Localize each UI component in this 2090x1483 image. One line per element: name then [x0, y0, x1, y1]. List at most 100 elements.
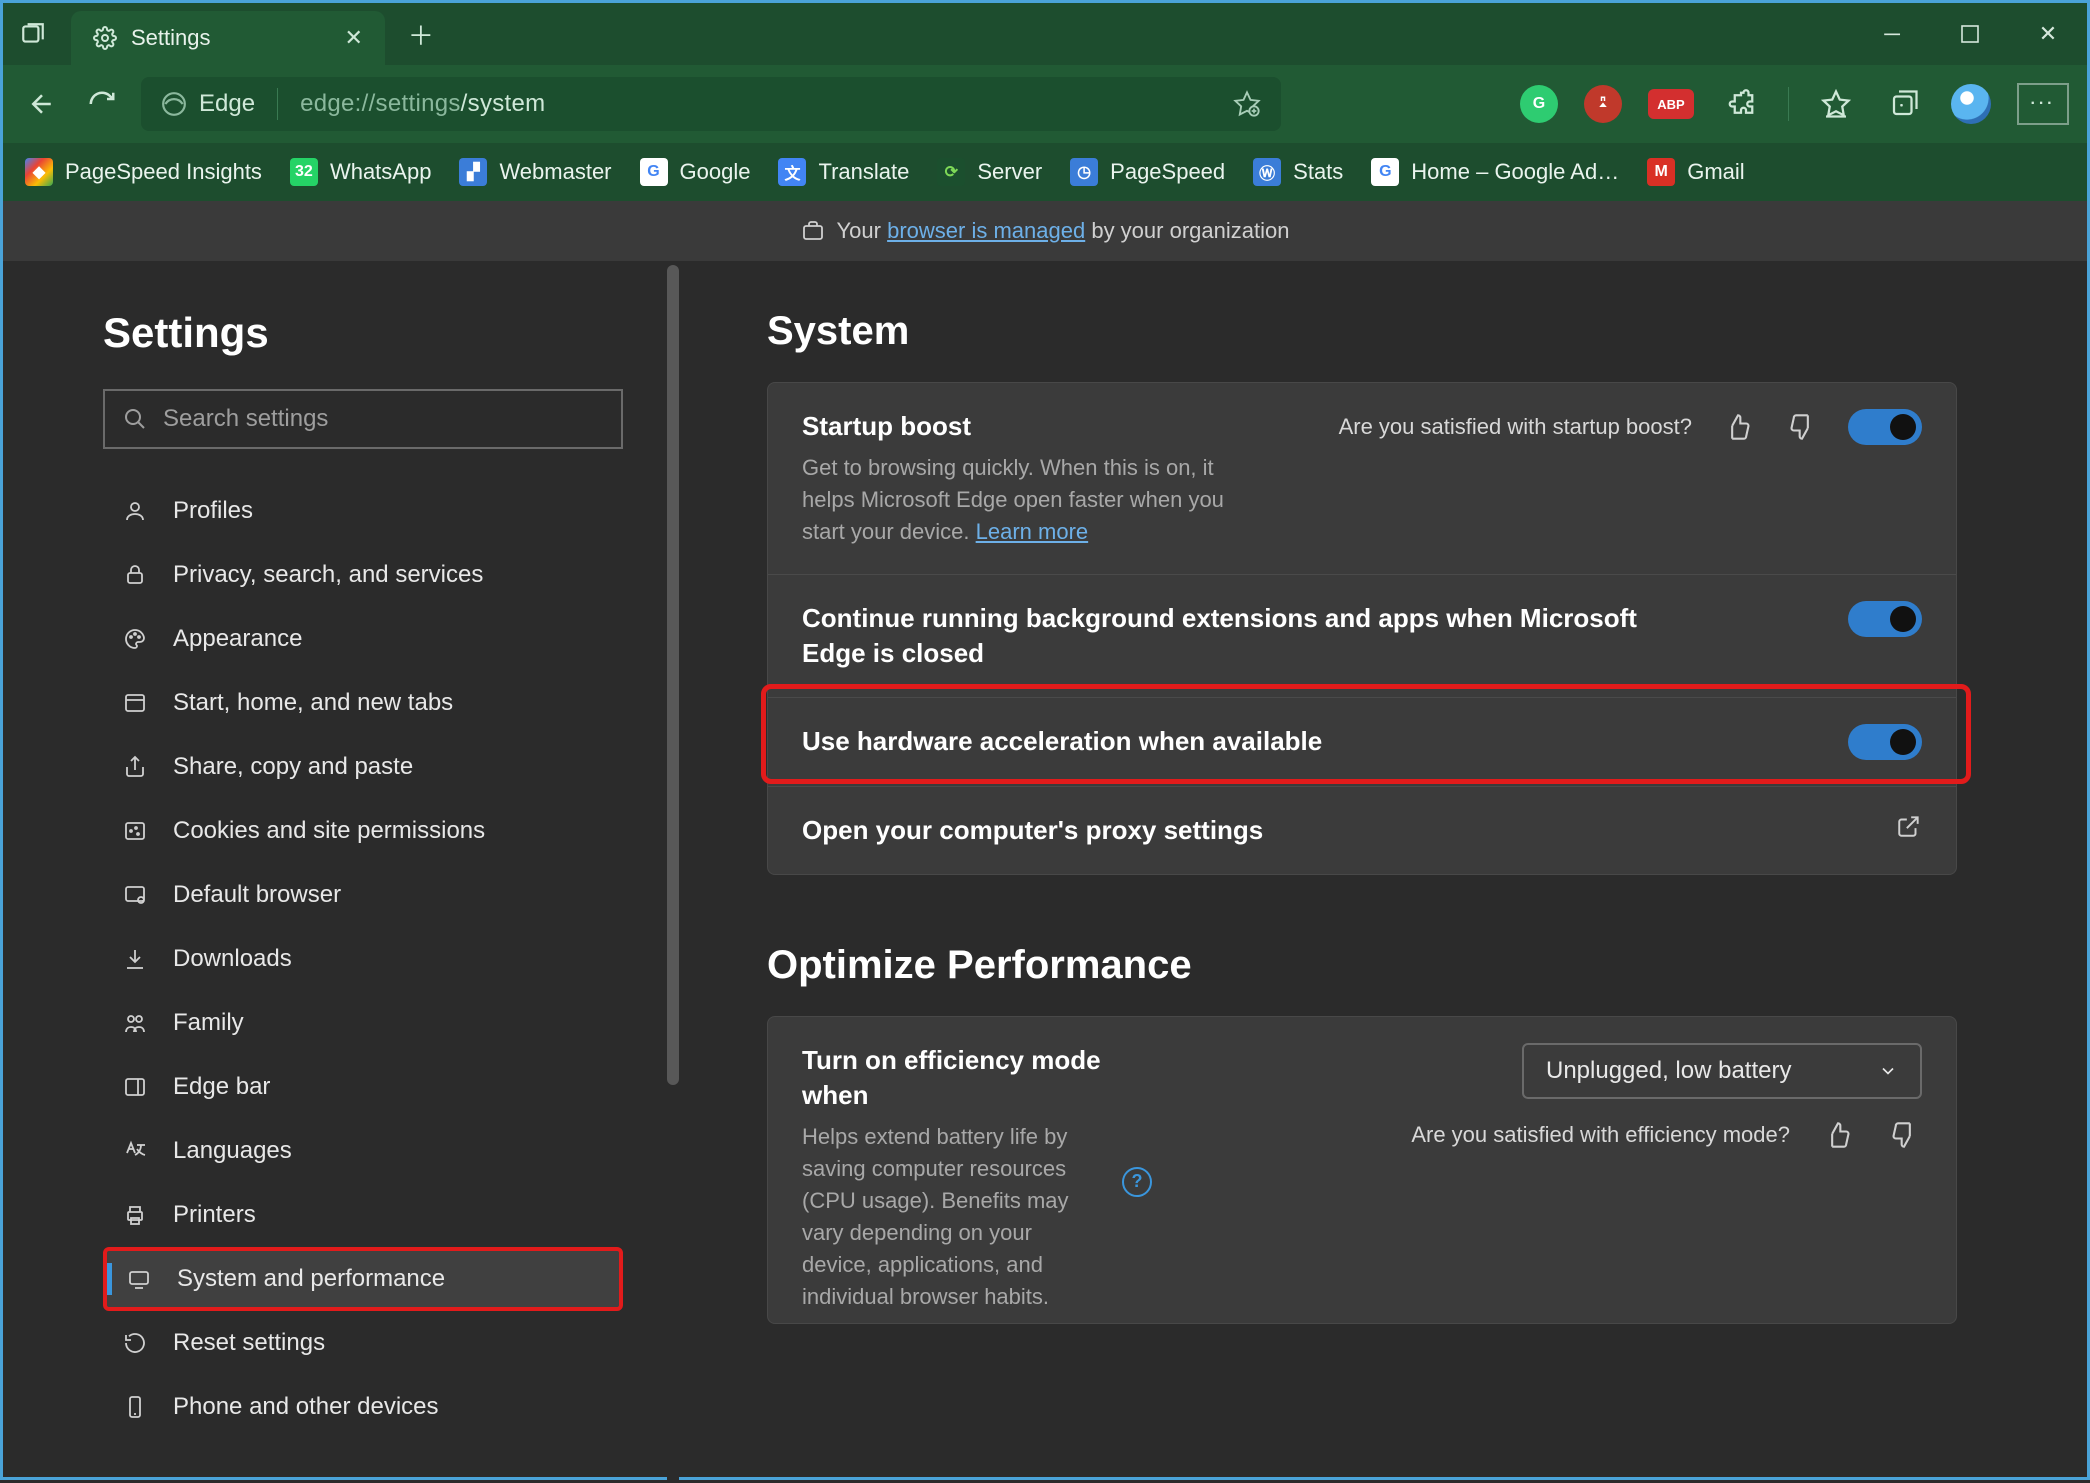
sidebar-item-system[interactable]: System and performance: [103, 1247, 623, 1311]
managed-link[interactable]: browser is managed: [887, 218, 1085, 243]
bookmark-server[interactable]: ⟳Server: [937, 158, 1042, 186]
settings-sidebar: Settings Search settings Profiles Privac…: [3, 261, 679, 1483]
bookmark-icon: G: [1371, 158, 1399, 186]
sidebar-item-default-browser[interactable]: Default browser: [103, 863, 623, 927]
profile-avatar[interactable]: [1951, 84, 1991, 124]
setting-startup-boost: Startup boost Get to browsing quickly. W…: [768, 383, 1956, 575]
bookmark-pagespeed-insights[interactable]: ◆PageSpeed Insights: [25, 158, 262, 186]
extension-ublock-icon[interactable]: [1584, 85, 1622, 123]
new-tab-button[interactable]: ＋: [397, 10, 445, 58]
language-icon: [121, 1139, 149, 1163]
learn-more-link[interactable]: Learn more: [976, 519, 1089, 544]
background-apps-toggle[interactable]: [1848, 601, 1922, 637]
separator: [1788, 87, 1789, 121]
help-icon[interactable]: ?: [1122, 1167, 1152, 1197]
window-controls: ─ ✕: [1853, 3, 2087, 65]
bookmark-google[interactable]: GGoogle: [640, 158, 751, 186]
sidebar-item-phone[interactable]: Phone and other devices: [103, 1375, 623, 1439]
close-window-button[interactable]: ✕: [2009, 3, 2087, 65]
sidebar-item-privacy[interactable]: Privacy, search, and services: [103, 543, 623, 607]
toolbar: Edge edge://settings/system G ABP ···: [3, 65, 2087, 143]
performance-card: Turn on efficiency mode when Helps exten…: [767, 1016, 1957, 1324]
person-icon: [121, 499, 149, 523]
edge-icon: [161, 91, 187, 117]
tab-close-icon[interactable]: ✕: [345, 25, 363, 51]
setting-background-apps: Continue running background extensions a…: [768, 575, 1956, 698]
sidebar-nav: Profiles Privacy, search, and services A…: [103, 479, 635, 1439]
sidebar-item-share[interactable]: Share, copy and paste: [103, 735, 623, 799]
bookmark-translate[interactable]: 文Translate: [778, 158, 909, 186]
favorites-button[interactable]: [1815, 83, 1857, 125]
printer-icon: [121, 1203, 149, 1227]
family-icon: [121, 1011, 149, 1035]
sidebar-scrollbar[interactable]: [667, 261, 679, 1483]
chevron-down-icon: [1878, 1061, 1898, 1081]
setting-title: Use hardware acceleration when available: [802, 724, 1682, 759]
thumbs-up-button[interactable]: [1820, 1117, 1856, 1153]
setting-efficiency-mode: Turn on efficiency mode when Helps exten…: [768, 1017, 1956, 1323]
settings-main: Settings Search settings Profiles Privac…: [3, 261, 2087, 1483]
download-icon: [121, 947, 149, 971]
bookmark-gmail[interactable]: MGmail: [1647, 158, 1744, 186]
sidebar-item-edge-bar[interactable]: Edge bar: [103, 1055, 623, 1119]
sidebar-item-printers[interactable]: Printers: [103, 1183, 623, 1247]
thumbs-down-button[interactable]: [1784, 409, 1820, 445]
extension-grammarly-icon[interactable]: G: [1520, 85, 1558, 123]
bookmarks-bar: ◆PageSpeed Insights 32WhatsApp ▞Webmaste…: [3, 143, 2087, 201]
address-bar[interactable]: Edge edge://settings/system: [141, 77, 1281, 131]
window-icon: [121, 691, 149, 715]
bookmark-icon: ◆: [25, 158, 53, 186]
setting-title: Continue running background extensions a…: [802, 601, 1682, 671]
thumbs-up-button[interactable]: [1720, 409, 1756, 445]
favorite-icon[interactable]: [1233, 90, 1261, 118]
minimize-button[interactable]: ─: [1853, 3, 1931, 65]
hardware-acceleration-toggle[interactable]: [1848, 724, 1922, 760]
browser-tab-settings[interactable]: Settings ✕: [71, 11, 385, 65]
sidebar-item-languages[interactable]: Languages: [103, 1119, 623, 1183]
sidebar-item-start[interactable]: Start, home, and new tabs: [103, 671, 623, 735]
sidebar-icon: [121, 1075, 149, 1099]
search-settings-input[interactable]: Search settings: [103, 389, 623, 449]
bookmark-icon: 32: [290, 158, 318, 186]
tab-label: Settings: [131, 25, 211, 51]
bookmark-pagespeed[interactable]: ◷PageSpeed: [1070, 158, 1225, 186]
setting-proxy[interactable]: Open your computer's proxy settings: [768, 787, 1956, 874]
settings-content: System Startup boost Get to browsing qui…: [679, 261, 2087, 1483]
refresh-button[interactable]: [81, 83, 123, 125]
bookmark-icon: Ⓦ: [1253, 158, 1281, 186]
bookmark-icon: G: [640, 158, 668, 186]
feedback-question: Are you satisfied with efficiency mode?: [1411, 1122, 1790, 1148]
setting-description: Helps extend battery life by saving comp…: [802, 1121, 1102, 1312]
briefcase-icon: [801, 219, 825, 243]
more-menu-button[interactable]: ···: [2017, 83, 2069, 125]
section-heading-performance: Optimize Performance: [767, 943, 1997, 988]
sidebar-item-reset[interactable]: Reset settings: [103, 1311, 623, 1375]
setting-title: Turn on efficiency mode when: [802, 1043, 1102, 1113]
system-card: Startup boost Get to browsing quickly. W…: [767, 382, 1957, 875]
efficiency-mode-dropdown[interactable]: Unplugged, low battery: [1522, 1043, 1922, 1099]
search-icon: [123, 407, 147, 431]
sidebar-heading: Settings: [103, 309, 635, 357]
bookmark-webmaster[interactable]: ▞Webmaster: [459, 158, 611, 186]
bookmark-home-google-ad[interactable]: GHome – Google Ad…: [1371, 158, 1619, 186]
bookmark-whatsapp[interactable]: 32WhatsApp: [290, 158, 432, 186]
startup-boost-toggle[interactable]: [1848, 409, 1922, 445]
collections-button[interactable]: [1883, 83, 1925, 125]
sidebar-item-profiles[interactable]: Profiles: [103, 479, 623, 543]
maximize-button[interactable]: [1931, 3, 2009, 65]
sidebar-item-family[interactable]: Family: [103, 991, 623, 1055]
thumbs-down-button[interactable]: [1886, 1117, 1922, 1153]
back-button[interactable]: [21, 83, 63, 125]
setting-title: Open your computer's proxy settings: [802, 813, 1682, 848]
tab-actions-icon[interactable]: [3, 3, 63, 65]
managed-text: Your browser is managed by your organiza…: [837, 218, 1290, 244]
bookmark-stats[interactable]: ⓌStats: [1253, 158, 1343, 186]
url-text: edge://settings/system: [300, 90, 545, 118]
separator: [277, 88, 278, 120]
sidebar-item-appearance[interactable]: Appearance: [103, 607, 623, 671]
sidebar-item-cookies[interactable]: Cookies and site permissions: [103, 799, 623, 863]
feedback-question: Are you satisfied with startup boost?: [1339, 414, 1692, 440]
sidebar-item-downloads[interactable]: Downloads: [103, 927, 623, 991]
extension-abp-icon[interactable]: ABP: [1648, 89, 1694, 119]
extensions-button[interactable]: [1720, 83, 1762, 125]
